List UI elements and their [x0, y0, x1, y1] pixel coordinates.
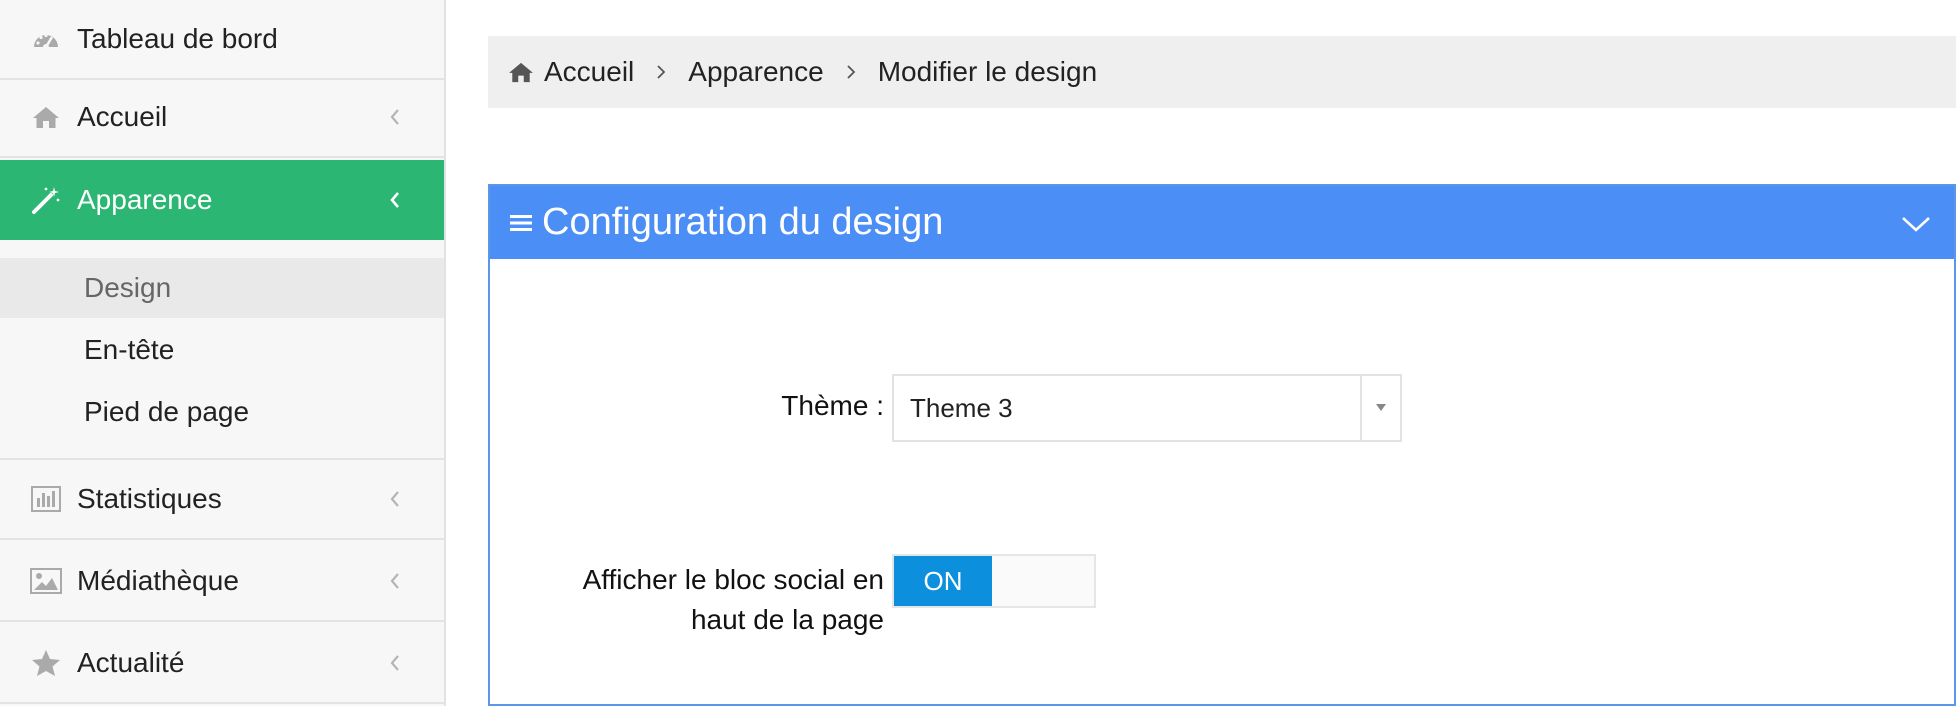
sidebar-item-mediatheque[interactable]: Médiathèque: [0, 542, 444, 622]
sidebar-item-label: Tableau de bord: [77, 23, 278, 54]
sidebar-item-label: Accueil: [77, 101, 168, 132]
sidebar-submenu: Design En-tête Pied de page: [0, 240, 444, 460]
chevron-left-icon: [380, 653, 410, 673]
sidebar-item-dashboard[interactable]: Tableau de bord: [0, 0, 444, 80]
sidebar-item-statistiques[interactable]: Statistiques: [0, 460, 444, 540]
social-block-toggle[interactable]: ON: [892, 554, 1096, 608]
social-block-label-line1: Afficher le bloc social en: [582, 564, 884, 595]
design-config-panel: Configuration du design Thème : Theme 3 …: [488, 184, 1956, 706]
submenu-item-label: En-tête: [84, 334, 175, 365]
bar-chart-icon: [24, 483, 68, 515]
home-icon: [24, 101, 68, 133]
chevron-right-icon: [846, 64, 856, 80]
chevron-right-icon: [656, 64, 666, 80]
toggle-on-label: ON: [894, 556, 992, 606]
social-block-label: Afficher le bloc social en haut de la pa…: [583, 560, 884, 640]
submenu-item-label: Design: [84, 272, 172, 303]
dashboard-icon: [24, 23, 68, 55]
sidebar-item-label: Actualité: [77, 647, 185, 678]
submenu-item-pied-de-page[interactable]: Pied de page: [0, 382, 444, 442]
sidebar-item-label: Médiathèque: [77, 565, 239, 596]
home-icon: [508, 61, 534, 83]
breadcrumb: Accueil Apparence Modifier le design: [488, 36, 1956, 108]
hamburger-icon: [510, 213, 532, 233]
breadcrumb-current: Modifier le design: [877, 56, 1098, 87]
chevron-left-icon: [380, 489, 410, 509]
chevron-down-icon[interactable]: [1896, 204, 1936, 244]
chevron-left-icon: [380, 571, 410, 591]
sidebar-item-label: Statistiques: [77, 483, 222, 514]
sidebar-item-actualite[interactable]: Actualité: [0, 624, 444, 704]
sidebar-item-accueil[interactable]: Accueil: [0, 78, 444, 158]
sidebar-item-apparence[interactable]: Apparence: [0, 160, 444, 240]
sidebar: Tableau de bord Accueil Apparence Design…: [0, 0, 446, 706]
breadcrumb-section[interactable]: Apparence: [688, 56, 823, 88]
chevron-left-icon: [380, 107, 410, 127]
sidebar-item-label: Apparence: [77, 184, 213, 215]
theme-select[interactable]: Theme 3: [892, 374, 1402, 442]
image-icon: [24, 565, 68, 597]
magic-wand-icon: [24, 184, 68, 216]
theme-select-value: Theme 3: [910, 392, 1013, 423]
theme-label: Thème :: [781, 390, 884, 421]
breadcrumb-home[interactable]: Accueil: [544, 56, 634, 88]
panel-header: Configuration du design: [490, 186, 1954, 259]
star-icon: [24, 647, 68, 679]
chevron-left-icon: [380, 190, 410, 210]
social-block-label-line2: haut de la page: [690, 604, 884, 635]
caret-down-icon: [1360, 376, 1400, 440]
submenu-item-label: Pied de page: [84, 396, 250, 427]
submenu-item-en-tete[interactable]: En-tête: [0, 320, 444, 380]
panel-title: Configuration du design: [542, 201, 944, 243]
submenu-item-design[interactable]: Design: [0, 258, 444, 318]
